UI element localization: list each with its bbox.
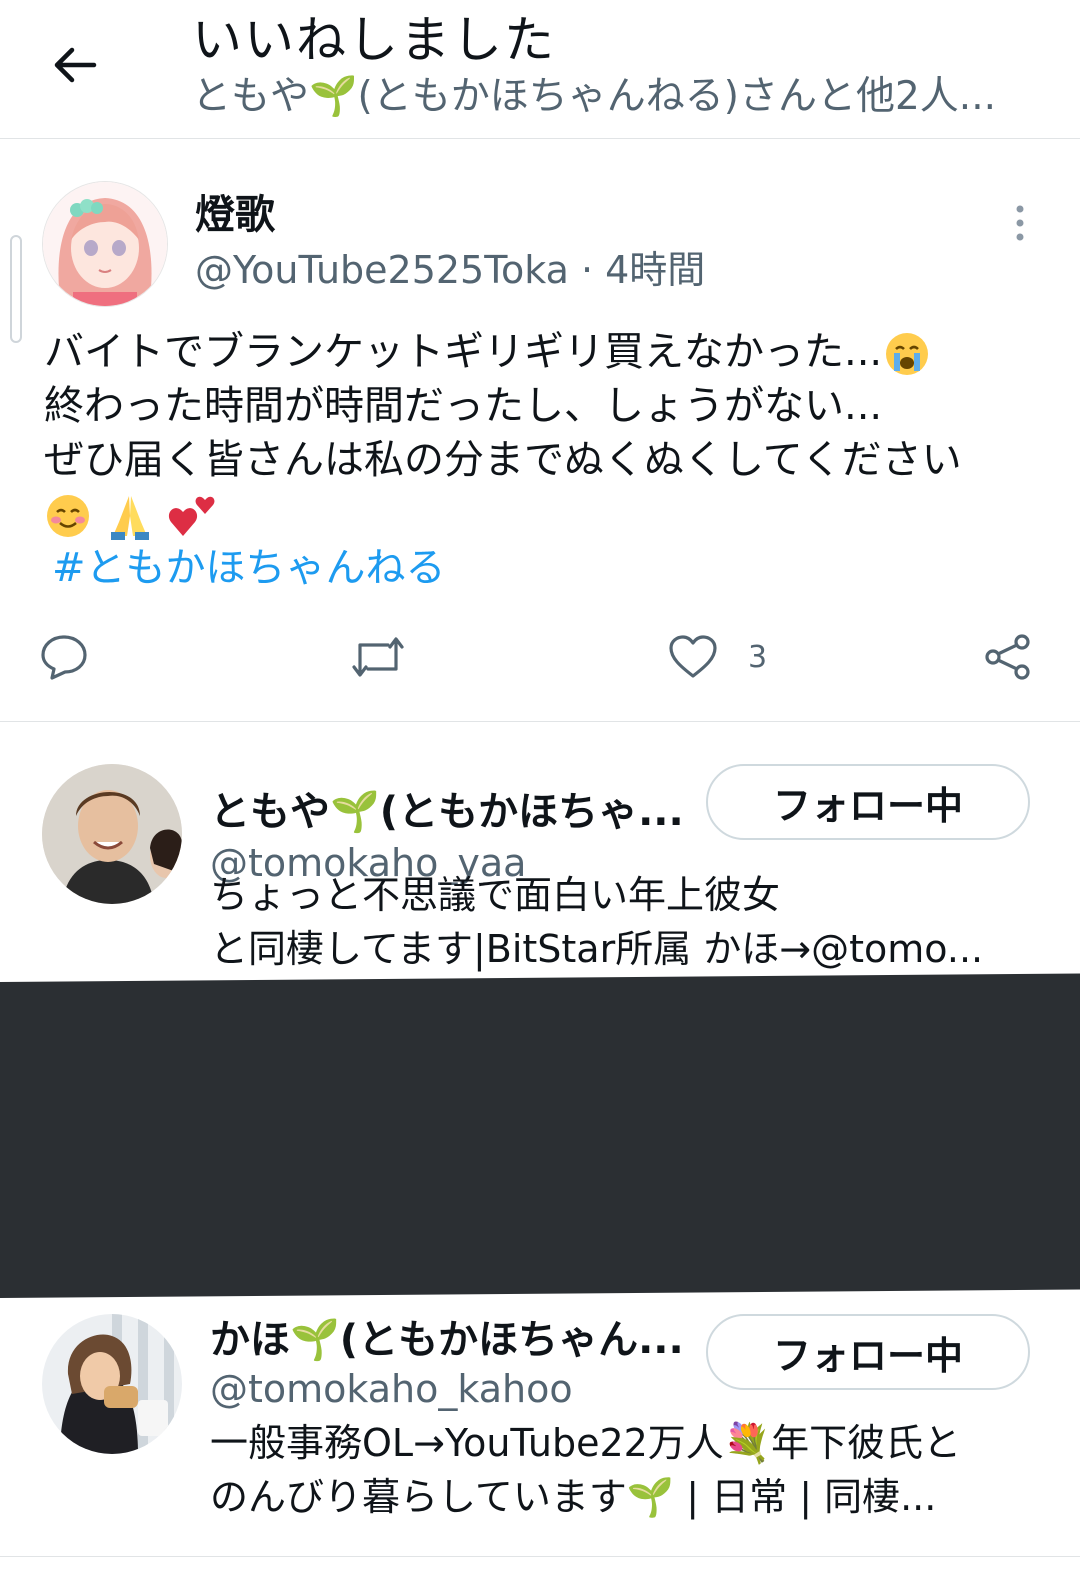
following-button[interactable]: フォロー中: [706, 1314, 1030, 1390]
share-button[interactable]: [984, 627, 1032, 687]
tweet-author-name[interactable]: 燈歌: [195, 189, 275, 241]
more-vertical-icon[interactable]: [1002, 201, 1038, 245]
tweet-card[interactable]: 燈歌 @YouTube2525Toka · 4時間 バイトでブランケットギリギリ…: [0, 139, 1080, 722]
retweet-icon[interactable]: [350, 633, 406, 681]
divider: [0, 1556, 1080, 1557]
like-count: 3: [748, 639, 768, 675]
reply-button[interactable]: [40, 627, 88, 687]
user-bio: ちょっと不思議で面白い年上彼女 と同棲してます|BitStar所属 かほ→@to…: [210, 868, 1030, 976]
like-button[interactable]: 3: [668, 627, 767, 687]
heart-icon[interactable]: [668, 634, 718, 680]
folded-hands-emoji: [110, 496, 149, 540]
avatar[interactable]: [42, 181, 168, 307]
bio-line: のんびり暮らしています🌱 | 日常 | 同棲...: [210, 1475, 937, 1519]
bio-line: 一般事務OL→YouTube22万人💐年下彼氏と: [210, 1421, 962, 1465]
following-button[interactable]: フォロー中: [706, 764, 1030, 840]
user-list-item[interactable]: かほ🌱(ともかほちゃん... @tomokaho_kahoo フォロー中 一般事…: [0, 1300, 1080, 1556]
tweet-line: ぜひ届く皆さんは私の分までぬくぬくしてください: [44, 437, 962, 483]
bio-line: ちょっと不思議で面白い年上彼女: [210, 873, 781, 917]
share-icon[interactable]: [984, 633, 1032, 681]
user-bio: 一般事務OL→YouTube22万人💐年下彼氏と のんびり暮らしています🌱 | …: [210, 1416, 1030, 1524]
tweet-actions: 3: [0, 627, 1080, 687]
two-hearts-emoji: [169, 496, 215, 536]
page-title: いいねしました: [192, 11, 556, 69]
user-list-item[interactable]: ともや🌱(ともかほちゃ... @tomokaho_yaa フォロー中 ちょっと不…: [0, 722, 1080, 984]
smiling-blush-emoji: [47, 495, 89, 537]
back-arrow-icon[interactable]: [50, 40, 100, 90]
crying-face-emoji: [886, 333, 929, 375]
user-name[interactable]: かほ🌱(ともかほちゃん...: [210, 1314, 690, 1366]
user-name[interactable]: ともや🌱(ともかほちゃ...: [210, 786, 690, 838]
retweet-button[interactable]: [350, 627, 406, 687]
avatar[interactable]: [42, 764, 182, 904]
hashtag-link[interactable]: #ともかほちゃんねる: [52, 541, 446, 595]
tweet-line: バイトでブランケットギリギリ買えなかった...: [44, 329, 883, 375]
header-bar: いいねしました ともや🌱(ともかほちゃんねる)さんと他2人...: [0, 0, 1080, 139]
reply-icon[interactable]: [40, 633, 88, 681]
bio-line: と同棲してます|BitStar所属 かほ→@tomo...: [210, 927, 984, 971]
tweet-line: 終わった時間が時間だったし、しょうがない...: [44, 383, 883, 429]
user-handle: @tomokaho_kahoo: [210, 1367, 573, 1411]
dark-overlay-band: [0, 973, 1080, 1298]
page-subtitle: ともや🌱(ともかほちゃんねる)さんと他2人...: [192, 74, 996, 119]
avatar[interactable]: [42, 1314, 182, 1454]
tweet-meta: @YouTube2525Toka · 4時間: [195, 248, 706, 292]
tweet-text: バイトでブランケットギリギリ買えなかった... 終わった時間が時間だったし、しょ…: [44, 325, 1044, 541]
